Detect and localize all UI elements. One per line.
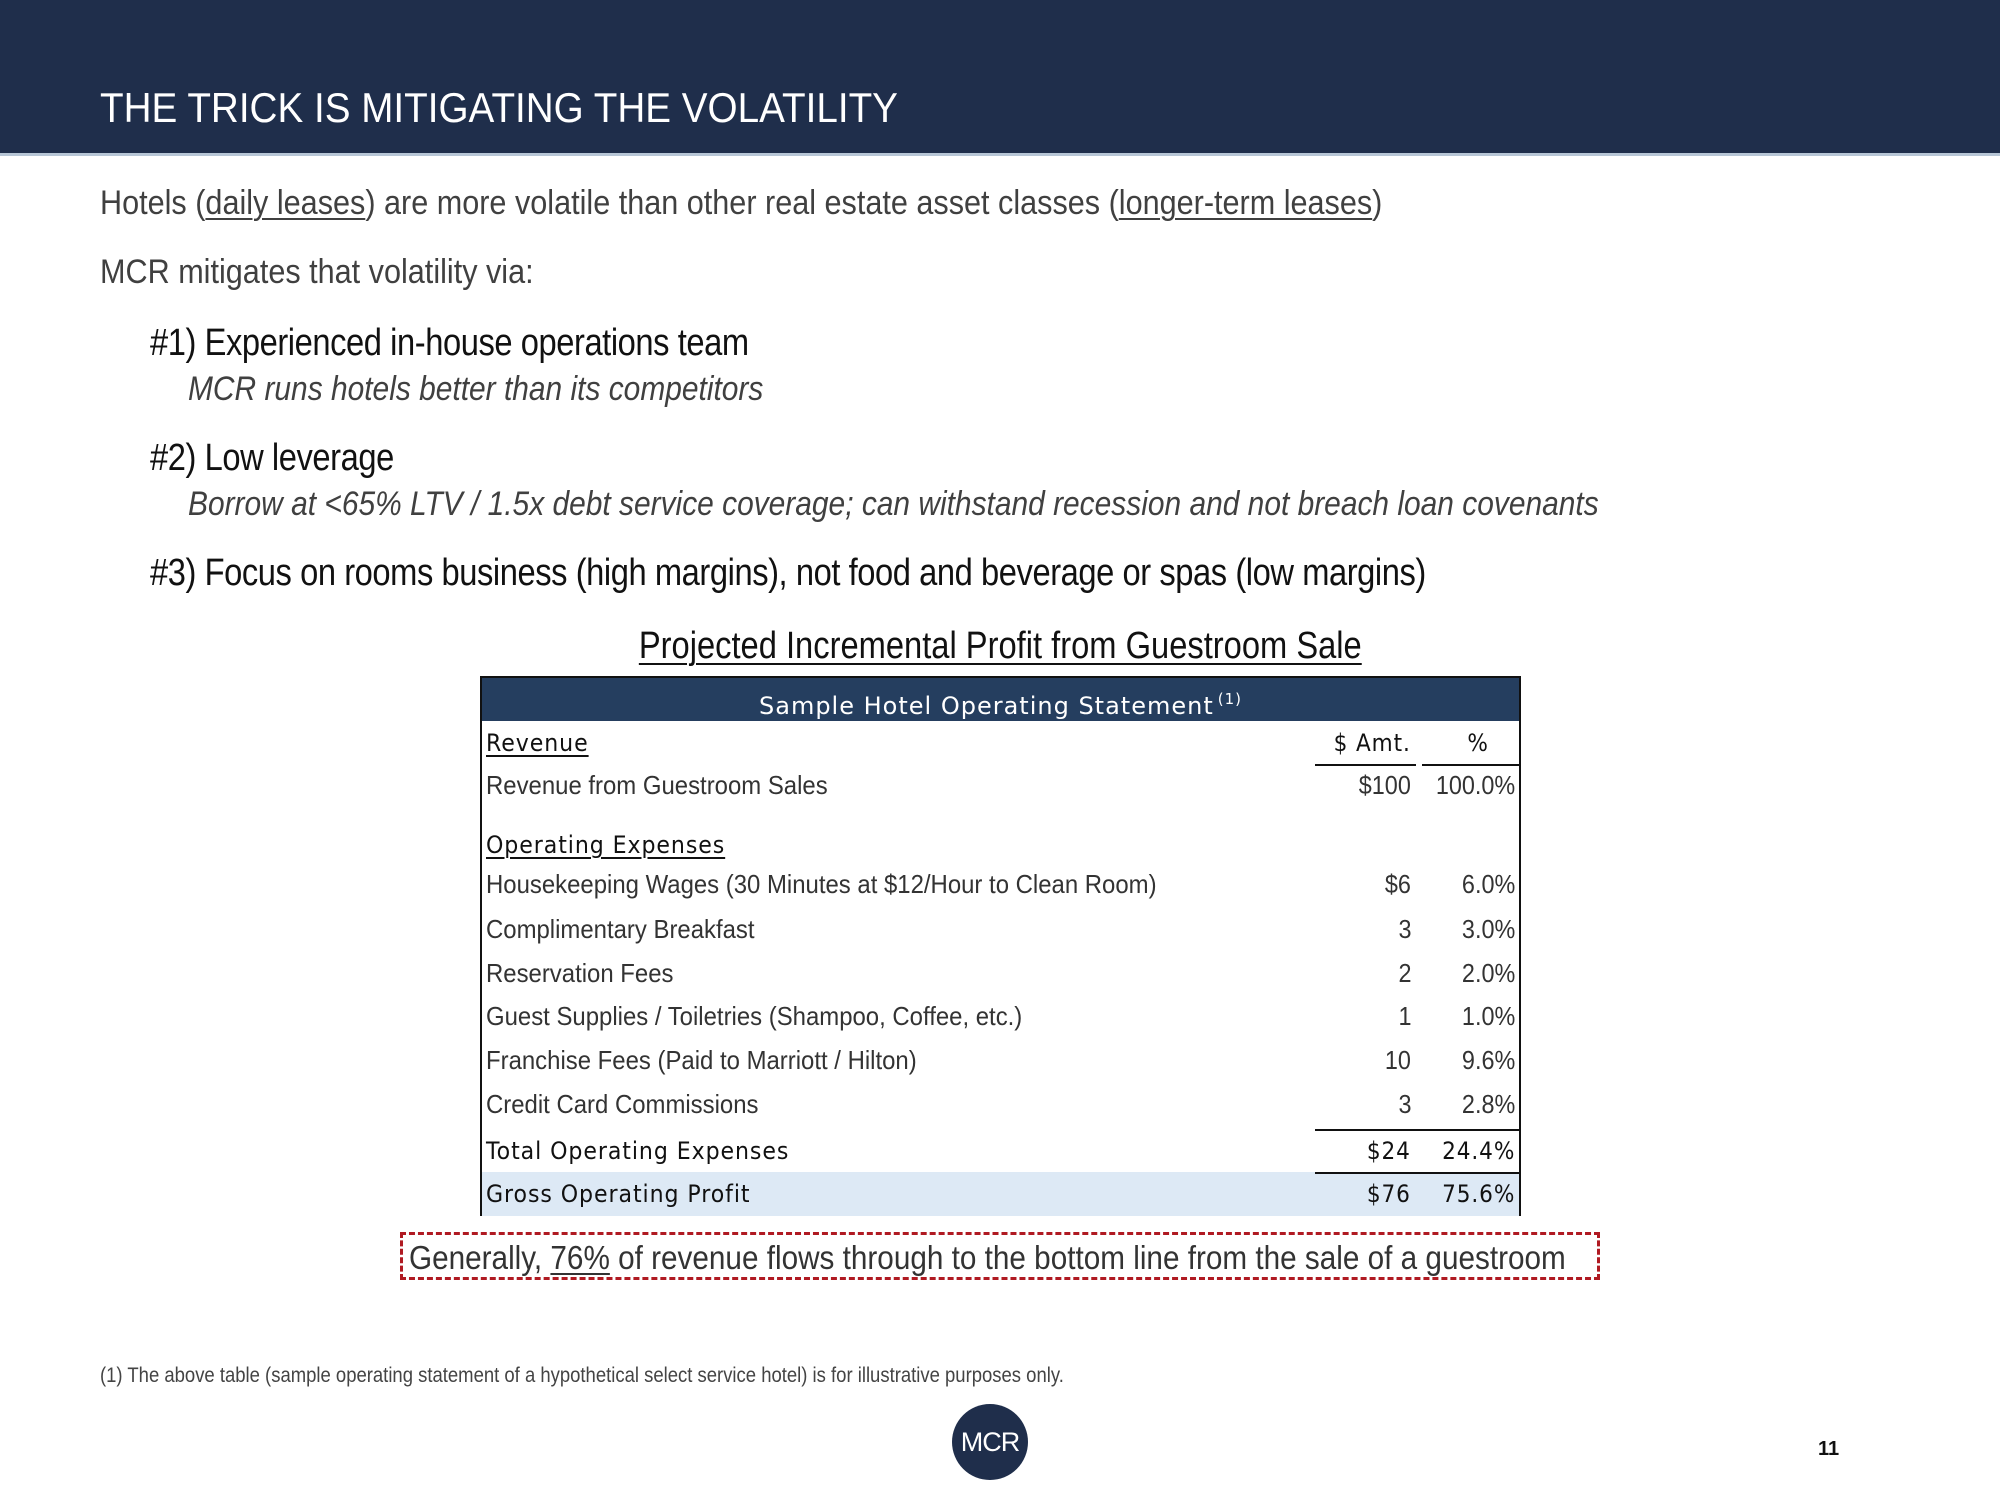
revenue-header-row: Revenue $ Amt. % [482,721,1519,765]
expenses-header-row: Operating Expenses [482,823,1519,867]
row-label: Reservation Fees [486,958,674,988]
row-amount: 3 [1397,1089,1411,1119]
row-amount: $100 [1358,770,1411,800]
column-header-percent: % [1467,729,1489,757]
slide-header: THE TRICK IS MITIGATING THE VOLATILITY [0,0,2000,156]
row-percent: 2.8% [1461,1089,1515,1119]
row-label: Housekeeping Wages (30 Minutes at $12/Ho… [486,869,1157,899]
table-row: Franchise Fees (Paid to Marriott / Hilto… [482,1040,1519,1084]
gop-rule [1315,1172,1521,1174]
row-amount: 3 [1397,914,1411,944]
intro-underline-daily-leases: daily leases [205,184,366,222]
row-percent: 75.6% [1441,1180,1515,1208]
callout-text-pre: Generally, [409,1239,551,1276]
slide-title: THE TRICK IS MITIGATING THE VOLATILITY [100,84,898,131]
row-label: Franchise Fees (Paid to Marriott / Hilto… [486,1045,917,1075]
table-title: Projected Incremental Profit from Guestr… [0,625,2000,668]
intro-underline-longer-term-leases: longer-term leases [1118,184,1373,222]
row-amount: 10 [1384,1045,1411,1075]
row-percent: 2.0% [1461,958,1515,988]
intro-text: ) are more volatile than other real esta… [365,184,1119,222]
callout-text-post: of revenue flows through to the bottom l… [609,1239,1566,1276]
row-percent: 100.0% [1435,770,1515,800]
row-percent: 9.6% [1461,1045,1515,1075]
table-header-text: Sample Hotel Operating Statement [759,692,1214,720]
intro-text: ) [1372,184,1383,222]
table-row: Revenue from Guestroom Sales $100 100.0% [482,765,1519,809]
total-expenses-row: Total Operating Expenses $24 24.4% [482,1129,1519,1173]
operating-statement-table: Sample Hotel Operating Statement (1) Reve… [480,676,1521,1216]
row-percent: 6.0% [1461,869,1515,899]
table-header-band: Sample Hotel Operating Statement (1) [482,678,1519,721]
point-1-title: #1) Experienced in-house operations team [150,322,749,364]
row-percent: 3.0% [1461,914,1515,944]
row-label: Revenue from Guestroom Sales [486,770,828,800]
intro-line-1: Hotels (daily leases) are more volatile … [100,184,1382,223]
intro-text: Hotels ( [100,184,206,222]
column-header-amount: $ Amt. [1333,729,1411,757]
point-2-detail: Borrow at <65% LTV / 1.5x debt service c… [188,485,1599,523]
callout-text: Generally, 76% of revenue flows through … [409,1239,1566,1277]
footnote-marker: (1) [1217,690,1242,708]
row-label: Guest Supplies / Toiletries (Shampoo, Co… [486,1001,1023,1031]
footnote: (1) The above table (sample operating st… [100,1364,1064,1387]
gross-operating-profit-row: Gross Operating Profit $76 75.6% [482,1172,1519,1216]
intro-line-2: MCR mitigates that volatility via: [100,253,534,291]
point-2-title: #2) Low leverage [150,437,394,479]
row-label: Gross Operating Profit [486,1180,751,1208]
table-row: Guest Supplies / Toiletries (Shampoo, Co… [482,996,1519,1040]
row-amount: $6 [1384,869,1411,899]
row-label: Complimentary Breakfast [486,914,755,944]
row-amount: 2 [1397,958,1411,988]
page-number: 11 [1818,1438,1840,1460]
table-row: Housekeeping Wages (30 Minutes at $12/Ho… [482,864,1519,908]
row-label: Total Operating Expenses [486,1137,790,1165]
revenue-section-label: Revenue [486,729,589,757]
row-label: Credit Card Commissions [486,1089,759,1119]
row-amount: $76 [1367,1180,1411,1208]
row-percent: 1.0% [1461,1001,1515,1031]
point-1-detail: MCR runs hotels better than its competit… [188,370,764,408]
table-row: Reservation Fees 2 2.0% [482,953,1519,997]
point-3-title: #3) Focus on rooms business (high margin… [150,552,1426,594]
expenses-section-label: Operating Expenses [486,831,726,859]
table-title-text: Projected Incremental Profit from Guestr… [638,625,1362,667]
callout-box: Generally, 76% of revenue flows through … [400,1232,1600,1280]
row-amount: $24 [1367,1137,1411,1165]
row-percent: 24.4% [1441,1137,1515,1165]
mcr-logo: MCR [952,1404,1028,1480]
callout-highlight: 76% [550,1239,610,1276]
table-row: Complimentary Breakfast 3 3.0% [482,909,1519,953]
table-row: Credit Card Commissions 3 2.8% [482,1084,1519,1128]
row-amount: 1 [1397,1001,1411,1031]
